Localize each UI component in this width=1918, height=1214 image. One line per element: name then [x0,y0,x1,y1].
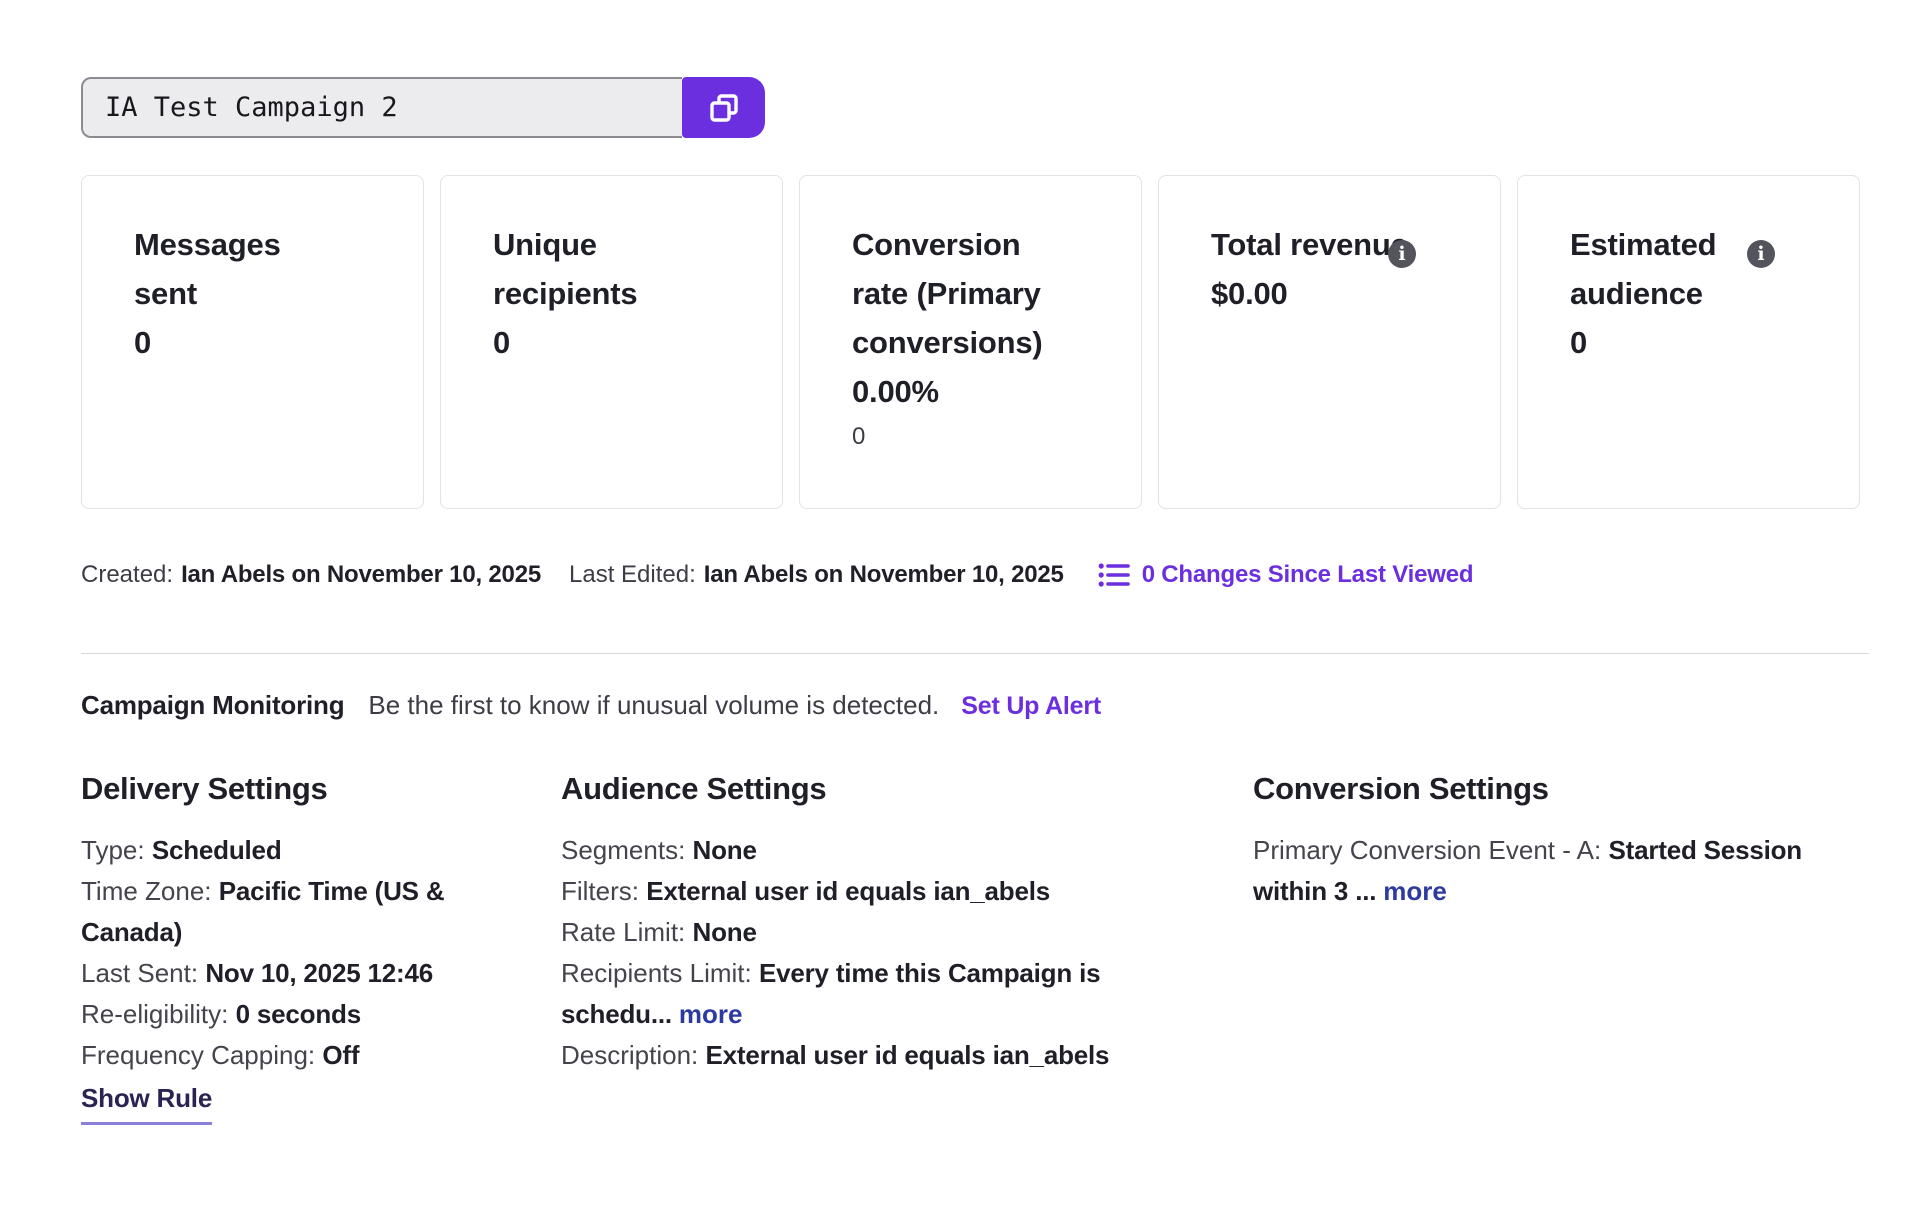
created-value: Ian Abels on November 10, 2025 [181,561,541,589]
stat-card-conversion-rate: Conversion rate (Primary conversions) 0.… [799,175,1142,509]
info-icon[interactable]: i [1747,240,1775,268]
stat-value: 0.00% [852,367,1097,416]
stat-value: $0.00 [1211,269,1456,318]
section-divider [81,653,1869,654]
audience-settings-title: Audience Settings [561,769,1253,809]
setting-label: Frequency Capping: [81,1040,322,1070]
setting-value: None [693,835,757,865]
stat-sub-value: 0 [852,420,1097,454]
last-edited-group: Last Edited: Ian Abels on November 10, 2… [569,561,1064,589]
created-label: Created: [81,561,173,589]
stat-card-estimated-audience: Estimated audience 0 i [1517,175,1860,509]
campaign-detail-page: Messages sent 0 Unique recipients 0 Conv… [0,0,1918,1125]
setting-label: Description: [561,1040,706,1070]
setting-value: 0 seconds [236,999,361,1029]
stat-title: Conversion rate (Primary conversions) [852,220,1067,367]
setting-label: Recipients Limit: [561,958,759,988]
setting-label: Last Sent: [81,958,205,988]
audience-settings-column: Audience Settings Segments: None Filters… [561,769,1253,1125]
created-group: Created: Ian Abels on November 10, 2025 [81,561,541,589]
conversion-settings-title: Conversion Settings [1253,769,1869,809]
setting-label: Segments: [561,835,693,865]
stats-card-row: Messages sent 0 Unique recipients 0 Conv… [81,175,1869,509]
setting-label: Rate Limit: [561,917,693,947]
stat-value: 0 [493,318,738,367]
set-up-alert-link[interactable]: Set Up Alert [961,692,1101,721]
changes-since-last-viewed-link[interactable]: 0 Changes Since Last Viewed [1098,561,1474,589]
conversion-settings-column: Conversion Settings Primary Conversion E… [1253,769,1869,1125]
last-edited-value: Ian Abels on November 10, 2025 [704,561,1064,589]
last-edited-label: Last Edited: [569,561,696,589]
campaign-name-input[interactable] [81,77,682,138]
setting-label: Re-eligibility: [81,999,236,1029]
audience-settings-rows: Segments: None Filters: External user id… [561,830,1171,1076]
changes-link-label: 0 Changes Since Last Viewed [1142,561,1474,589]
setting-value: Scheduled [152,835,282,865]
setting-label: Time Zone: [81,876,219,906]
info-icon[interactable]: i [1388,240,1416,268]
setting-label: Filters: [561,876,646,906]
stat-value: 0 [134,318,379,367]
stat-title: Messages sent [134,220,349,318]
campaign-name-row [81,77,765,138]
setting-label: Primary Conversion Event - A: [1253,835,1608,865]
copy-button[interactable] [682,77,765,138]
stat-title: Estimated audience [1570,220,1785,318]
setting-label: Type: [81,835,152,865]
delivery-settings-title: Delivery Settings [81,769,561,809]
setting-value: Off [322,1040,359,1070]
campaign-monitoring-row: Campaign Monitoring Be the first to know… [81,690,1869,721]
conversion-settings-rows: Primary Conversion Event - A: Started Se… [1253,830,1813,912]
more-link[interactable]: more [1383,876,1447,906]
delivery-settings-column: Delivery Settings Type: Scheduled Time Z… [81,769,561,1125]
stat-card-unique-recipients: Unique recipients 0 [440,175,783,509]
setting-value: External user id equals ian_abels [706,1040,1110,1070]
setting-value: External user id equals ian_abels [646,876,1050,906]
stat-card-total-revenue: Total revenue $0.00 i [1158,175,1501,509]
show-rule-link[interactable]: Show Rule [81,1078,212,1125]
meta-row: Created: Ian Abels on November 10, 2025 … [81,561,1869,589]
list-icon [1098,562,1130,588]
monitoring-description: Be the first to know if unusual volume i… [368,690,939,721]
copy-icon [707,91,741,125]
setting-value: Nov 10, 2025 12:46 [205,958,433,988]
setting-value: None [693,917,757,947]
stat-card-messages-sent: Messages sent 0 [81,175,424,509]
stat-title: Unique recipients [493,220,708,318]
delivery-settings-rows: Type: Scheduled Time Zone: Pacific Time … [81,830,481,1125]
more-link[interactable]: more [679,999,743,1029]
monitoring-title: Campaign Monitoring [81,690,344,721]
stat-value: 0 [1570,318,1815,367]
settings-columns: Delivery Settings Type: Scheduled Time Z… [81,769,1869,1125]
